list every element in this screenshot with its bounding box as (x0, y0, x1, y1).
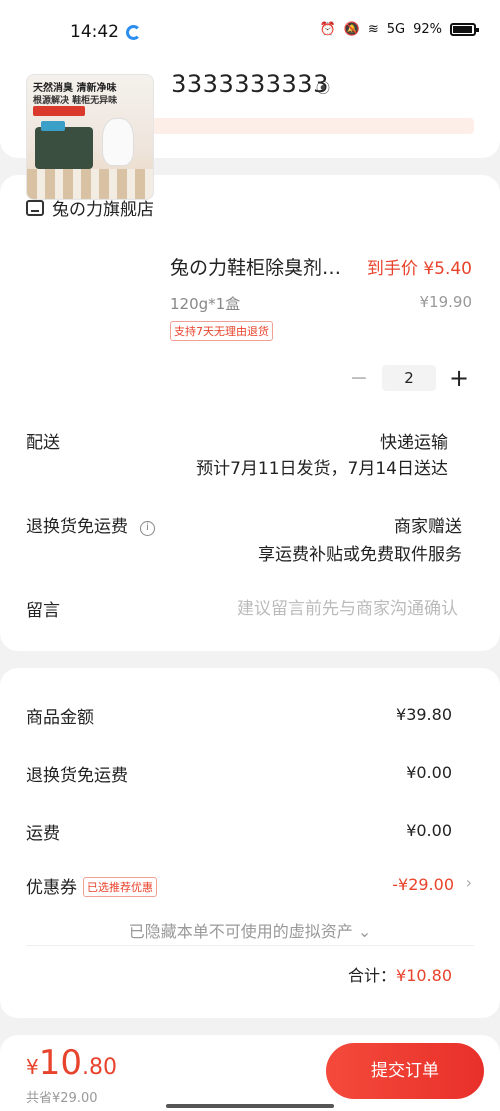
coupon-label: 优惠券 (26, 878, 77, 898)
pay-integer: 10 (38, 1043, 82, 1083)
divider (26, 945, 474, 946)
total-label: 合计： (348, 966, 397, 985)
return-shipping-label: 退换货免运费 (26, 517, 128, 537)
increase-button[interactable]: + (444, 364, 474, 392)
return-shipping-row: 退换货免运费 i (26, 512, 155, 537)
product-image-text: 天然消臭 清新净味 (33, 83, 117, 94)
checkout-bar: ¥10.80 共省¥29.00 提交订单 (0, 1035, 500, 1111)
product-title[interactable]: 兔の力鞋柜除臭剂… (170, 253, 341, 280)
battery-percent: 92% (413, 22, 442, 37)
saved-amount: 共省¥29.00 (26, 1091, 98, 1106)
original-price: ¥19.90 (419, 293, 473, 311)
return-policy-badge: 支持7天无理由退货 (170, 321, 273, 341)
message-label: 留言 (26, 601, 60, 621)
pay-amount: ¥10.80 (26, 1043, 117, 1083)
pay-currency: ¥ (26, 1055, 39, 1079)
coupon-value[interactable]: -¥29.00 (392, 875, 454, 894)
message-input[interactable]: 建议留言前先与商家沟通确认 (237, 594, 458, 619)
order-item-card: 兔の力旗舰店 (0, 175, 500, 651)
shop-icon (26, 199, 44, 216)
chevron-right-icon[interactable]: › (466, 873, 472, 892)
battery-icon (450, 23, 479, 36)
product-price: 到手价 ¥5.40 (366, 259, 472, 279)
return-fee-label: 退换货免运费 (26, 766, 128, 786)
shipping-fee-label: 运费 (26, 824, 60, 844)
shipping-fee-value: ¥0.00 (406, 821, 452, 840)
home-indicator[interactable] (166, 1104, 334, 1108)
pay-decimal: .80 (82, 1055, 117, 1080)
alarm-icon: ⏰ (319, 22, 336, 37)
delivery-label: 配送 (26, 433, 60, 453)
location-pin-icon: ⦿ (316, 81, 330, 97)
coupon-row[interactable]: 优惠券 已选推荐优惠 (26, 873, 157, 898)
quantity-value[interactable]: 2 (382, 365, 436, 391)
quantity-stepper: − 2 + (344, 364, 474, 392)
return-shipping-detail: 享运费补贴或免费取件服务 (258, 545, 462, 565)
total-value: ¥10.80 (396, 966, 452, 985)
hidden-assets-toggle[interactable]: 已隐藏本单不可使用的虚拟资产 ⌄ (0, 918, 500, 942)
network-label: 5G (386, 22, 406, 37)
delivery-method[interactable]: 快递运输 (380, 428, 448, 453)
status-time: 14:42 (70, 22, 119, 42)
info-icon[interactable]: i (140, 521, 155, 536)
order-total: 合计：¥10.80 (348, 962, 452, 986)
wifi-icon: ≋ (367, 22, 379, 37)
goods-amount-value: ¥39.80 (396, 705, 452, 724)
product-spec: 120g*1盒 (170, 295, 241, 313)
status-bar: 14:42 ⏰ 🔕 ≋ 5G 92% (0, 0, 500, 64)
return-shipping-value: 商家赠送 (394, 517, 462, 537)
return-fee-value: ¥0.00 (406, 763, 452, 782)
goods-amount-label: 商品金额 (26, 708, 94, 728)
loading-icon (126, 25, 141, 40)
delivery-estimate: 预计7月11日发货，7月14日送达 (196, 459, 448, 479)
submit-order-button[interactable]: 提交订单 (326, 1043, 484, 1099)
mute-icon: 🔕 (343, 22, 360, 37)
decrease-button[interactable]: − (344, 366, 374, 391)
product-image[interactable]: 天然消臭 清新净味 根源解决 鞋柜无异味 (26, 74, 154, 200)
product-image-subtext: 根源解决 鞋柜无异味 (33, 96, 118, 106)
coupon-tag: 已选推荐优惠 (83, 877, 157, 897)
status-icons: ⏰ 🔕 ≋ 5G 92% (319, 22, 479, 37)
